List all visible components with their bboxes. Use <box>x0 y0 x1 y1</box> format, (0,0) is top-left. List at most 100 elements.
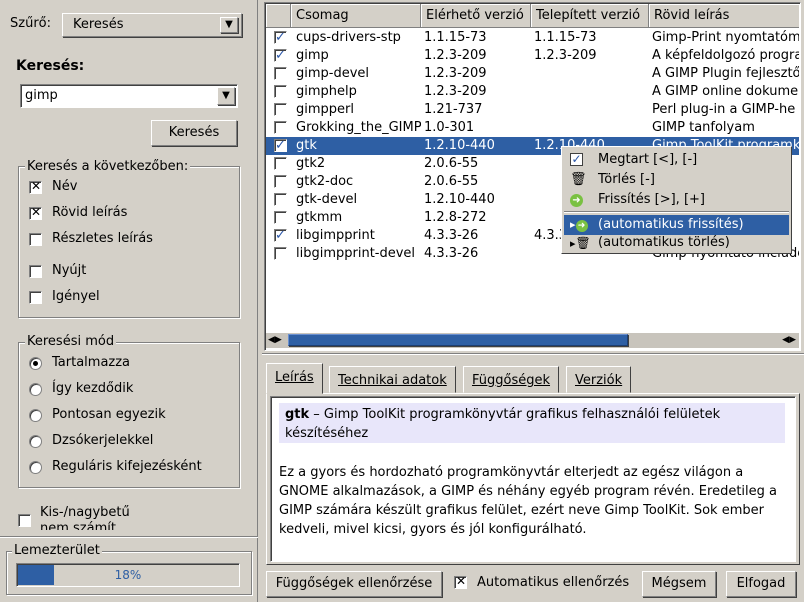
search-in-checkbox[interactable] <box>29 291 42 304</box>
search-mode-radio[interactable] <box>29 435 42 448</box>
search-in-checkbox[interactable] <box>29 205 42 220</box>
context-menu-item[interactable]: 🗑 Törlés [-] <box>564 170 789 190</box>
column-header-desc[interactable]: Rövid leírás <box>649 4 799 28</box>
cell-available: 1.1.15-73 <box>424 30 487 45</box>
cell-available: 2.0.6-55 <box>424 156 479 171</box>
context-menu-label: (automatikus törlés) <box>598 235 730 250</box>
search-in-label: Nyújt <box>52 263 87 278</box>
scroll-left-icon[interactable]: ◀▶ <box>268 335 282 346</box>
cell-available: 1.2.8-272 <box>424 210 487 225</box>
context-menu-item[interactable]: ▸🗑 (automatikus törlés) <box>564 233 789 253</box>
description-header: gtk – Gimp ToolKit programkönyvtár grafi… <box>279 403 785 443</box>
search-mode-radio[interactable] <box>29 409 42 422</box>
context-menu-item[interactable]: ✓ Megtart [<], [-] <box>564 150 789 170</box>
tab[interactable]: Függőségek <box>463 366 560 393</box>
cell-desc: A képfeldolgozó progra <box>652 48 799 63</box>
package-checkbox[interactable] <box>274 247 287 260</box>
chevron-down-icon: ▼ <box>220 17 238 33</box>
auto-check-label: Automatikus ellenőrzés <box>477 575 630 590</box>
scrollbar-thumb[interactable] <box>288 334 628 346</box>
package-checkbox[interactable] <box>274 85 287 98</box>
cell-desc: GIMP tanfolyam <box>652 120 755 135</box>
check-icon: ✓ <box>570 152 583 166</box>
context-menu-item[interactable]: ➜ Frissítés [>], [+] <box>564 190 789 210</box>
context-menu-label: Megtart [<], [-] <box>598 152 698 167</box>
package-checkbox[interactable] <box>274 67 287 80</box>
description-package-name: gtk <box>285 407 310 422</box>
search-in-label: Rövid leírás <box>52 205 128 220</box>
table-row[interactable]: cups-drivers-stp 1.1.15-73 1.1.15-73 Gimp-P… <box>266 29 799 47</box>
update-icon: ➜ <box>570 190 583 210</box>
case-sensitive-checkbox[interactable] <box>18 514 31 527</box>
cell-available: 1.0-301 <box>424 120 475 135</box>
context-menu-label: Frissítés [>], [+] <box>598 192 705 207</box>
pane-splitter[interactable] <box>0 536 258 538</box>
cell-desc: A GIMP Plugin fejlesztői <box>652 66 799 81</box>
table-row[interactable]: gimp-devel 1.2.3-209 A GIMP Plugin fejlesz… <box>266 65 799 83</box>
cell-available: 1.2.3-209 <box>424 84 487 99</box>
tab-panel: gtk – Gimp ToolKit programkönyvtár grafi… <box>266 393 800 565</box>
accept-button[interactable]: Elfogad <box>726 571 796 597</box>
package-checkbox[interactable] <box>274 103 287 116</box>
package-checkbox[interactable] <box>274 193 287 206</box>
filter-select[interactable]: Keresés ▼ <box>62 13 242 37</box>
search-mode-label: Tartalmazza <box>52 355 131 370</box>
tab-label: Leírás <box>275 370 314 385</box>
cell-available: 4.3.3-26 <box>424 228 479 243</box>
context-menu: ✓ Megtart [<], [-] 🗑 Törlés [-] ➜ Frissítés [… <box>561 146 792 254</box>
search-in-label: Név <box>52 179 78 194</box>
context-menu-item[interactable]: ▸ ➜ (automatikus frissítés) <box>564 215 789 235</box>
auto-delete-icon: ▸🗑 <box>570 236 591 250</box>
cell-installed: 1.2.3-209 <box>534 48 597 63</box>
filter-label: Szűrő: <box>10 16 51 31</box>
column-header-installed[interactable]: Telepített verzió <box>531 4 649 28</box>
check-dependencies-button[interactable]: Függőségek ellenőrzése <box>266 571 442 597</box>
tab-label: Technikai adatok <box>338 373 447 388</box>
table-row[interactable]: gimphelp 1.2.3-209 A GIMP online dokumer <box>266 83 799 101</box>
cell-available: 1.2.10-440 <box>424 192 495 207</box>
search-mode-radio[interactable] <box>29 357 42 370</box>
package-checkbox[interactable] <box>274 121 287 134</box>
cell-name: gimp-devel <box>296 66 370 81</box>
package-checkbox[interactable] <box>274 137 287 155</box>
horizontal-scrollbar[interactable]: ◀▶ ◀▶ <box>266 333 799 348</box>
table-row[interactable]: gimp 1.2.3-209 1.2.3-209 A képfeldolgozó pr… <box>266 47 799 65</box>
scroll-right-icon[interactable]: ◀▶ <box>782 335 796 346</box>
cell-available: 2.0.6-55 <box>424 174 479 189</box>
package-checkbox[interactable] <box>274 175 287 188</box>
search-mode-label: Pontosan egyezik <box>52 407 166 422</box>
package-checkbox[interactable] <box>274 211 287 224</box>
column-header-check[interactable] <box>266 4 291 28</box>
cancel-button[interactable]: Mégsem <box>642 571 716 597</box>
search-button[interactable]: Keresés <box>151 120 237 146</box>
search-mode-radio[interactable] <box>29 461 42 474</box>
auto-check-checkbox[interactable] <box>454 574 467 589</box>
search-in-checkbox[interactable] <box>29 179 42 194</box>
search-label: Keresés: <box>16 58 85 74</box>
package-checkbox[interactable] <box>274 157 287 170</box>
search-input[interactable]: gimp <box>25 88 58 103</box>
chevron-down-icon[interactable]: ▼ <box>217 87 235 105</box>
description-area: gtk – Gimp ToolKit programkönyvtár grafi… <box>270 396 796 562</box>
content-splitter[interactable] <box>262 353 804 355</box>
tab[interactable]: Technikai adatok <box>329 366 456 393</box>
search-in-checkbox[interactable] <box>29 265 42 278</box>
context-menu-label: (automatikus frissítés) <box>598 217 744 232</box>
search-combo[interactable]: gimp ▼ <box>20 84 238 108</box>
column-header-available[interactable]: Elérhető verzió <box>421 4 531 28</box>
search-mode-radio[interactable] <box>29 383 42 396</box>
search-in-checkbox[interactable] <box>29 233 42 246</box>
column-header-name[interactable]: Csomag <box>291 4 421 28</box>
cell-available: 1.2.3-209 <box>424 48 487 63</box>
cell-name: gimphelp <box>296 84 357 99</box>
package-checkbox[interactable] <box>274 47 287 65</box>
filter-value: Keresés <box>73 17 124 32</box>
package-checkbox[interactable] <box>274 227 287 245</box>
package-checkbox[interactable] <box>274 29 287 47</box>
table-row[interactable]: gimpperl 1.21-737 Perl plug-in a GIMP-he <box>266 101 799 119</box>
table-row[interactable]: Grokking_the_GIMP 1.0-301 GIMP tanfolyam <box>266 119 799 137</box>
tab[interactable]: Leírás <box>266 363 323 394</box>
cell-installed: 1.1.15-73 <box>534 30 597 45</box>
tab[interactable]: Verziók <box>566 366 632 393</box>
cell-name: gtk-devel <box>296 192 358 207</box>
